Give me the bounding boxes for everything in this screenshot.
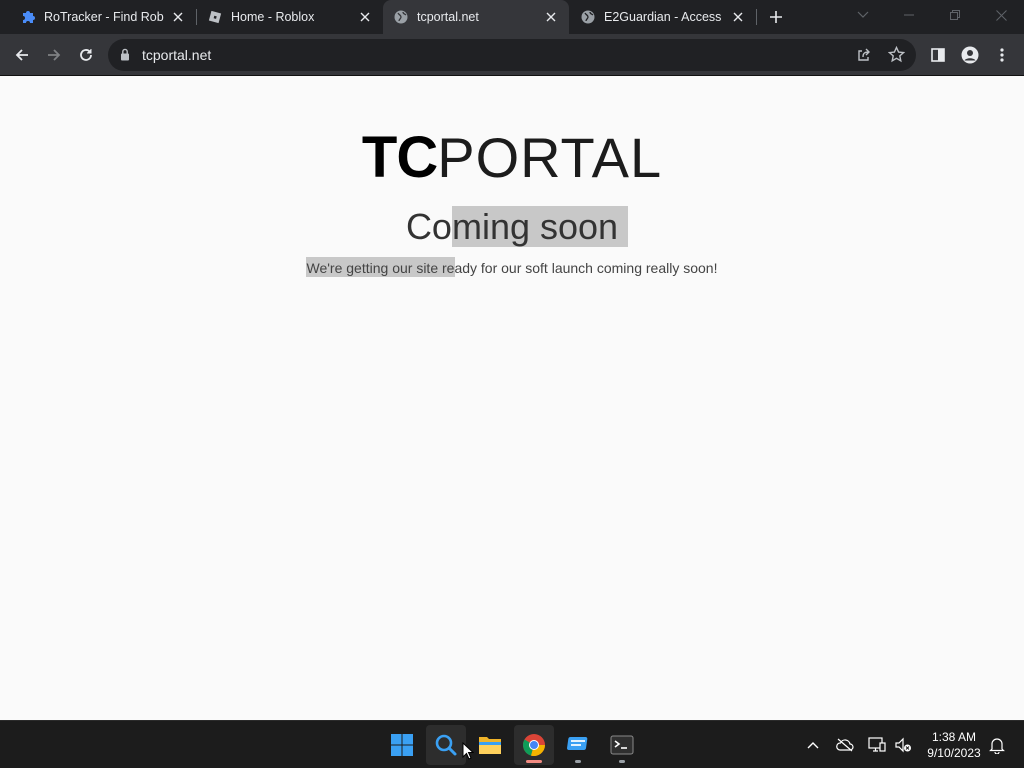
- tab-separator: [756, 9, 757, 25]
- chrome-icon[interactable]: [514, 725, 554, 765]
- system-clock[interactable]: 1:38 AM 9/10/2023: [918, 729, 990, 761]
- close-icon[interactable]: [730, 9, 746, 25]
- active-indicator: [526, 760, 542, 763]
- search-icon[interactable]: [426, 725, 466, 765]
- tab-e2guardian[interactable]: E2Guardian - Access Denied: [570, 0, 756, 34]
- terminal-icon[interactable]: [602, 725, 642, 765]
- app-icon[interactable]: [558, 725, 598, 765]
- restore-button[interactable]: [932, 0, 978, 30]
- tab-title: Home - Roblox: [231, 10, 315, 24]
- clock-time: 1:38 AM: [931, 730, 977, 744]
- page-subtext: We're getting our site ready for our sof…: [306, 260, 718, 276]
- tab-title: RoTracker - Find Roblox: [44, 10, 164, 24]
- browser-toolbar: tcportal.net: [0, 34, 1024, 76]
- tab-title: tcportal.net: [417, 10, 479, 24]
- lock-icon[interactable]: [120, 48, 130, 66]
- tab-rotracker[interactable]: RoTracker - Find Roblox: [10, 0, 196, 34]
- forward-button[interactable]: [42, 43, 66, 67]
- chevron-up-icon[interactable]: [802, 734, 824, 756]
- cloud-offline-icon[interactable]: [834, 734, 856, 756]
- back-button[interactable]: [10, 43, 34, 67]
- notification-bell-icon[interactable]: [986, 734, 1008, 756]
- taskbar: 1:38 AM 9/10/2023: [0, 720, 1024, 768]
- mouse-cursor: [462, 741, 475, 765]
- close-icon[interactable]: [543, 9, 559, 25]
- close-window-button[interactable]: [978, 0, 1024, 30]
- bookmark-star-icon[interactable]: [887, 45, 906, 68]
- windows-start-icon[interactable]: [382, 725, 422, 765]
- profile-icon[interactable]: [958, 43, 982, 67]
- url-text: tcportal.net: [142, 47, 212, 63]
- tab-strip: RoTracker - Find Roblox Home - Roblox tc…: [0, 0, 1024, 34]
- globe-icon: [393, 9, 409, 25]
- web-page: TCPORTAL Coming soon We're getting our s…: [0, 77, 1024, 720]
- volume-muted-icon[interactable]: [892, 734, 914, 756]
- open-indicator: [619, 760, 625, 763]
- tab-roblox[interactable]: Home - Roblox: [197, 0, 383, 34]
- logo-bold-text: TC: [361, 125, 438, 190]
- open-indicator: [575, 760, 581, 763]
- address-bar[interactable]: tcportal.net: [108, 39, 916, 71]
- logo-thin-text: PORTAL: [437, 126, 663, 189]
- minimize-button[interactable]: [886, 0, 932, 30]
- menu-icon[interactable]: [990, 43, 1014, 67]
- tab-search-button[interactable]: [840, 0, 886, 30]
- site-logo: TCPORTAL: [0, 129, 1024, 187]
- roblox-icon: [207, 9, 223, 25]
- tab-tcportal[interactable]: tcportal.net: [383, 0, 569, 34]
- file-explorer-icon[interactable]: [470, 725, 510, 765]
- puzzle-icon: [20, 9, 36, 25]
- reload-button[interactable]: [74, 43, 98, 67]
- close-icon[interactable]: [170, 9, 186, 25]
- globe-icon: [580, 9, 596, 25]
- network-icon[interactable]: [866, 734, 888, 756]
- clock-date: 9/10/2023: [927, 746, 981, 760]
- share-icon[interactable]: [856, 47, 872, 68]
- tab-title: E2Guardian - Access Denied: [604, 10, 724, 24]
- new-tab-button[interactable]: [766, 7, 786, 27]
- side-panel-icon[interactable]: [926, 43, 950, 67]
- close-icon[interactable]: [357, 9, 373, 25]
- page-heading: Coming soon: [405, 206, 619, 247]
